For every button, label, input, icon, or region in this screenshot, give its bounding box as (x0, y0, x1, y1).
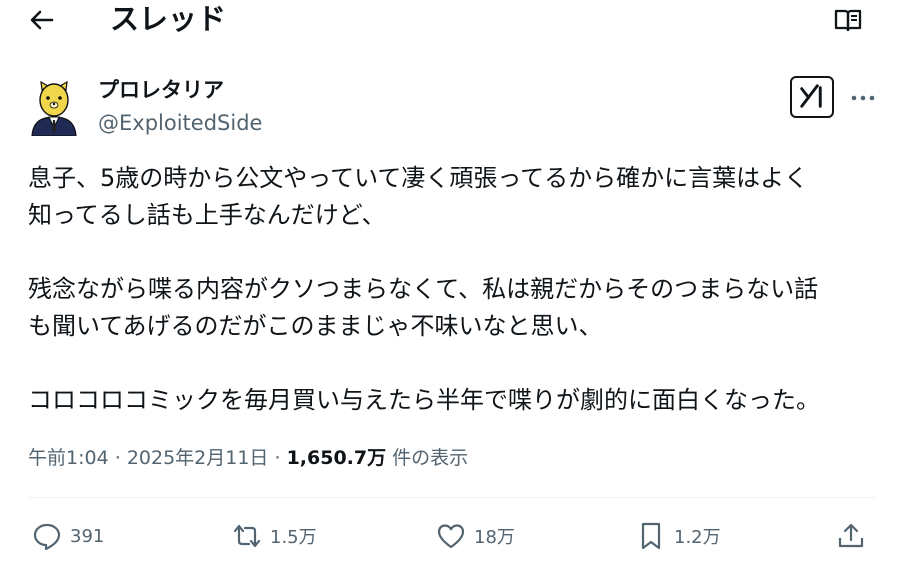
view-count[interactable]: 1,650.7万 (287, 447, 387, 469)
reply-icon (33, 523, 61, 551)
author-name[interactable]: プロレタリア (98, 77, 224, 103)
back-button[interactable] (28, 6, 56, 34)
more-options-button[interactable] (850, 90, 876, 104)
tweet-blank-line (28, 234, 878, 271)
tweet-date[interactable]: 2025年2月11日 (127, 447, 269, 469)
grok-button[interactable] (790, 76, 834, 118)
reply-count: 391 (70, 525, 105, 547)
bookmark-icon (641, 522, 661, 550)
divider (28, 497, 876, 498)
reply-button[interactable]: 391 (32, 518, 104, 554)
tweet-blank-line (28, 345, 878, 382)
tweet-meta: 午前1:04 · 2025年2月11日 · 1,650.7万 件の表示 (28, 445, 468, 471)
meta-separator: · (274, 447, 281, 469)
like-count: 18万 (474, 527, 515, 548)
tweet-line: 息子、5歳の時から公文やっていて凄く頑張ってるから確かに言葉はよく (28, 164, 809, 192)
bookmark-button[interactable]: 1.2万 (636, 518, 721, 554)
meta-separator: · (114, 447, 121, 469)
retweet-button[interactable]: 1.5万 (232, 518, 317, 554)
avatar[interactable] (28, 78, 80, 137)
tweet-line: コロコロコミックを毎月買い与えたら半年で喋りが劇的に面白くなった。 (28, 386, 820, 414)
heart-icon (437, 524, 465, 549)
avatar-illustration (31, 80, 77, 137)
more-dots-icon (851, 95, 875, 101)
author-handle[interactable]: @ExploitedSide (98, 110, 262, 136)
tweet-text: 息子、5歳の時から公文やっていて凄く頑張ってるから確かに言葉はよく 知ってるし話… (28, 160, 878, 419)
tweet-line: 残念ながら喋る内容がクソつまらなくて、私は親だからそのつまらない話 (28, 275, 819, 303)
share-button[interactable] (836, 518, 874, 554)
book-open-icon (834, 9, 862, 32)
tweet-time[interactable]: 午前1:04 (28, 447, 109, 469)
arrow-left-icon (30, 10, 54, 30)
reader-mode-button[interactable] (833, 6, 863, 34)
view-label: 件の表示 (392, 447, 469, 469)
bookmark-count: 1.2万 (674, 527, 721, 548)
retweet-icon (233, 524, 261, 548)
header: スレッド (0, 0, 900, 40)
tweet-line: も聞いてあげるのだがこのままじゃ不味いなと思い、 (28, 312, 603, 340)
page-title: スレッド (110, 2, 227, 36)
tweet-line: 知ってるし話も上手なんだけど、 (28, 201, 386, 229)
grok-icon (800, 84, 822, 108)
retweet-count: 1.5万 (270, 527, 317, 548)
like-button[interactable]: 18万 (436, 518, 515, 554)
share-icon (838, 523, 864, 548)
